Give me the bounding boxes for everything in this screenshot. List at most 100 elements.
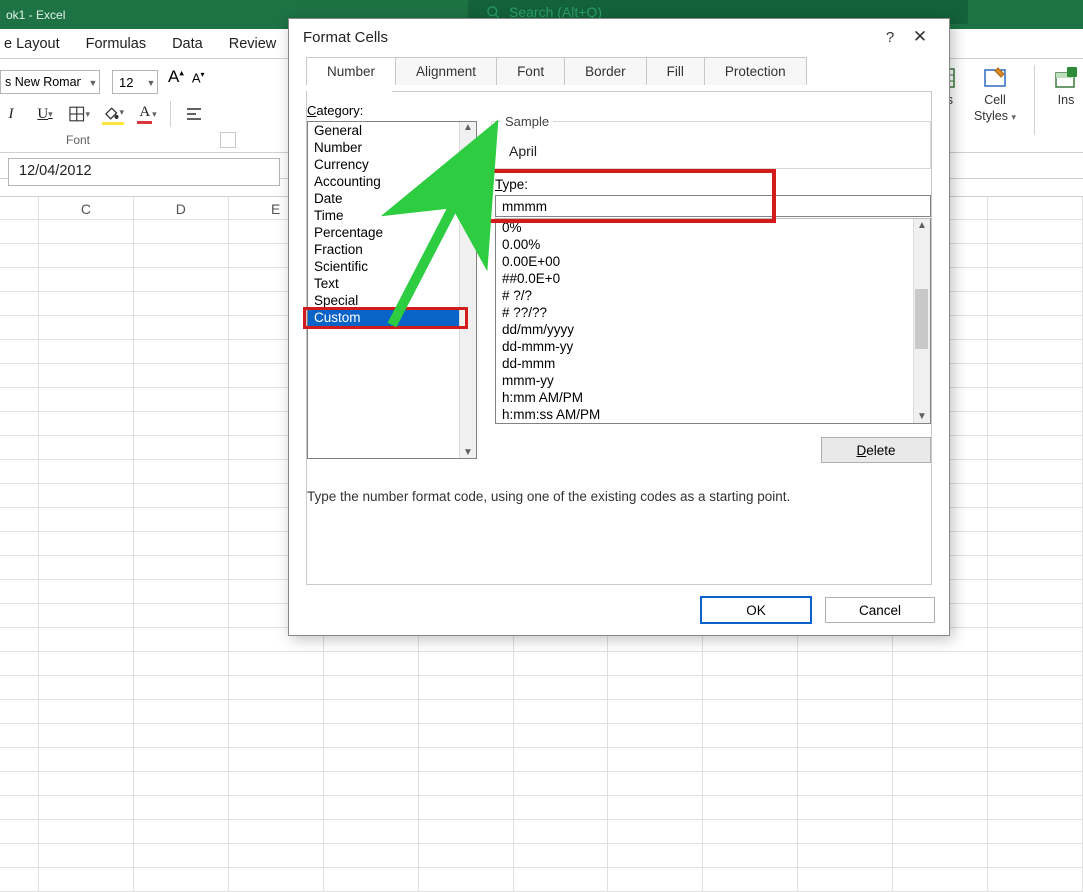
cell[interactable]: [134, 364, 229, 388]
category-option[interactable]: Currency: [308, 156, 476, 173]
cell[interactable]: [893, 772, 988, 796]
cell[interactable]: [988, 316, 1083, 340]
ribbon-tab[interactable]: Data: [172, 36, 203, 58]
cell[interactable]: [0, 652, 39, 676]
cell[interactable]: [0, 460, 39, 484]
cell[interactable]: [988, 676, 1083, 700]
cell[interactable]: [988, 844, 1083, 868]
cell[interactable]: [229, 676, 324, 700]
category-option[interactable]: Date: [308, 190, 476, 207]
cell[interactable]: [39, 700, 134, 724]
cell[interactable]: [229, 772, 324, 796]
cell[interactable]: [893, 724, 988, 748]
align-left-button[interactable]: [183, 103, 205, 125]
cell[interactable]: [798, 724, 893, 748]
cell[interactable]: [39, 316, 134, 340]
cell[interactable]: [419, 868, 514, 892]
cell[interactable]: [324, 796, 419, 820]
scrollbar[interactable]: ▲▼: [913, 219, 930, 423]
cell[interactable]: [229, 796, 324, 820]
cell[interactable]: [514, 676, 609, 700]
cell[interactable]: [608, 820, 703, 844]
cell[interactable]: [134, 820, 229, 844]
cell[interactable]: [798, 868, 893, 892]
cell[interactable]: [798, 652, 893, 676]
category-option[interactable]: General: [308, 122, 476, 139]
chevron-down-icon[interactable]: ▼: [144, 72, 158, 94]
cell[interactable]: [988, 868, 1083, 892]
cell[interactable]: [0, 340, 39, 364]
cell[interactable]: [39, 820, 134, 844]
cell[interactable]: [0, 508, 39, 532]
cell[interactable]: [988, 580, 1083, 604]
cell[interactable]: [324, 820, 419, 844]
cell[interactable]: [134, 580, 229, 604]
cancel-button[interactable]: Cancel: [825, 597, 935, 623]
cell[interactable]: [798, 772, 893, 796]
borders-button[interactable]: ▾: [68, 103, 90, 125]
cell[interactable]: [324, 868, 419, 892]
cell[interactable]: [703, 796, 798, 820]
cell[interactable]: [893, 796, 988, 820]
cell[interactable]: [988, 436, 1083, 460]
cell[interactable]: [0, 532, 39, 556]
cell[interactable]: [988, 412, 1083, 436]
cell[interactable]: [39, 844, 134, 868]
cell[interactable]: [608, 868, 703, 892]
help-button[interactable]: ?: [875, 29, 905, 46]
cell[interactable]: [0, 316, 39, 340]
cell[interactable]: [419, 700, 514, 724]
cell[interactable]: [39, 436, 134, 460]
cell[interactable]: [229, 868, 324, 892]
cell[interactable]: [134, 484, 229, 508]
cell[interactable]: [134, 700, 229, 724]
cell[interactable]: [798, 820, 893, 844]
format-code-option[interactable]: ##0.0E+0: [496, 270, 930, 287]
cell[interactable]: [0, 556, 39, 580]
cell[interactable]: [39, 652, 134, 676]
cell[interactable]: [0, 220, 39, 244]
cell[interactable]: [134, 772, 229, 796]
cell[interactable]: [0, 580, 39, 604]
grid-row[interactable]: [0, 868, 1083, 892]
category-option[interactable]: Percentage: [308, 224, 476, 241]
tab-border[interactable]: Border: [564, 57, 647, 85]
cell[interactable]: [514, 820, 609, 844]
cell[interactable]: [988, 220, 1083, 244]
cell[interactable]: [0, 628, 39, 652]
cell[interactable]: [229, 652, 324, 676]
category-option[interactable]: Time: [308, 207, 476, 224]
tab-protection[interactable]: Protection: [704, 57, 807, 85]
format-code-option[interactable]: dd-mmm-yy: [496, 338, 930, 355]
cell[interactable]: [988, 532, 1083, 556]
grid-row[interactable]: [0, 748, 1083, 772]
cell[interactable]: [988, 292, 1083, 316]
cell[interactable]: [134, 724, 229, 748]
cell[interactable]: [39, 460, 134, 484]
chevron-down-icon[interactable]: ▼: [86, 72, 100, 94]
cell[interactable]: [39, 388, 134, 412]
grid-row[interactable]: [0, 652, 1083, 676]
cell[interactable]: [703, 748, 798, 772]
cell[interactable]: [134, 532, 229, 556]
format-code-option[interactable]: 0.00%: [496, 236, 930, 253]
cell[interactable]: [0, 412, 39, 436]
grid-row[interactable]: [0, 724, 1083, 748]
cell[interactable]: [419, 652, 514, 676]
cell[interactable]: [798, 676, 893, 700]
cell[interactable]: [514, 772, 609, 796]
cell[interactable]: [988, 652, 1083, 676]
cell[interactable]: [39, 628, 134, 652]
cell[interactable]: [134, 868, 229, 892]
cell[interactable]: [134, 652, 229, 676]
ribbon-tab[interactable]: Review: [229, 36, 277, 58]
cell[interactable]: [134, 244, 229, 268]
column-header[interactable]: C: [39, 197, 134, 219]
category-listbox[interactable]: General Number Currency Accounting Date …: [307, 121, 477, 459]
cell[interactable]: [988, 772, 1083, 796]
cell[interactable]: [419, 772, 514, 796]
cell[interactable]: [134, 316, 229, 340]
cell[interactable]: [39, 532, 134, 556]
cell[interactable]: [229, 748, 324, 772]
grid-row[interactable]: [0, 676, 1083, 700]
